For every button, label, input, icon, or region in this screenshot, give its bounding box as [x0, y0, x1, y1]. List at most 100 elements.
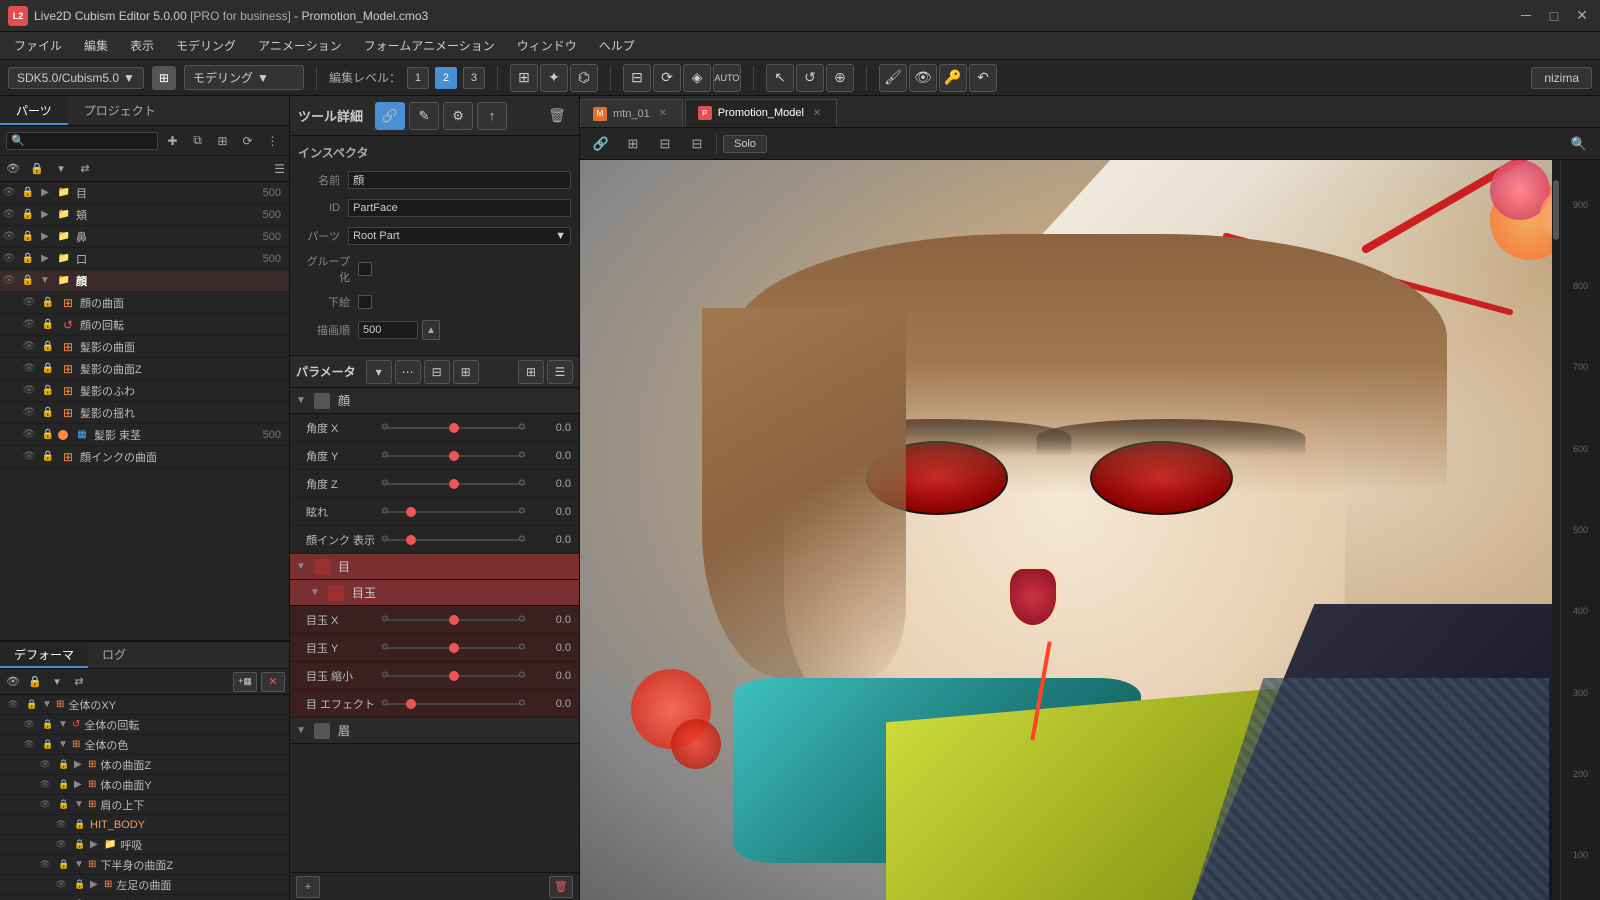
- select-button[interactable]: ↖: [766, 64, 794, 92]
- param-thumb[interactable]: [449, 479, 459, 489]
- param-group-expand-icon[interactable]: ▼: [296, 395, 310, 406]
- menu-window[interactable]: ウィンドウ: [507, 33, 587, 58]
- def-eye-icon[interactable]: 👁: [36, 794, 54, 816]
- deformer-item[interactable]: 👁 🔒 ▶ ⊞ 体の曲面Y: [0, 775, 289, 795]
- menu-form-animation[interactable]: フォームアニメーション: [354, 33, 505, 58]
- item-expand-icon[interactable]: ▶: [38, 253, 52, 264]
- def-expand-icon[interactable]: ▶: [74, 759, 86, 770]
- def-lock-icon[interactable]: 🔒: [72, 834, 88, 856]
- item-lock-icon[interactable]: 🔒: [40, 446, 56, 468]
- deformer-item-hit-body[interactable]: 👁 🔒 HIT_BODY: [0, 815, 289, 835]
- parts-copy-button[interactable]: ⧉: [187, 130, 208, 152]
- param-thumb[interactable]: [406, 507, 416, 517]
- def-eye-icon[interactable]: 👁: [36, 774, 54, 796]
- def-add-button[interactable]: +▦: [233, 672, 257, 692]
- deformer-add-child-button[interactable]: +: [296, 876, 320, 898]
- item-lock-icon[interactable]: 🔒: [40, 336, 56, 358]
- def-eye-icon[interactable]: 👁: [20, 714, 38, 736]
- def-lock-icon[interactable]: 🔒: [24, 695, 40, 716]
- deform-tool-button[interactable]: ⌬: [570, 64, 598, 92]
- def-eye-icon[interactable]: 👁: [20, 734, 38, 756]
- deformer-item[interactable]: 👁 🔒 ▼ ⊞ 全体の色: [0, 735, 289, 755]
- item-expand-icon[interactable]: ▶: [38, 209, 52, 220]
- param-slider-angle-y[interactable]: [382, 448, 525, 464]
- nizima-button[interactable]: nizima: [1531, 67, 1592, 89]
- def-eye-icon[interactable]: 👁: [52, 874, 70, 896]
- inspector-group-checkbox[interactable]: [358, 262, 372, 276]
- inspector-parts-dropdown[interactable]: Root Part ▼: [348, 227, 571, 245]
- def-lock-icon[interactable]: 🔒: [40, 734, 56, 756]
- deformer-delete-button[interactable]: 🗑: [549, 876, 573, 898]
- def-lock-icon[interactable]: 🔒: [72, 894, 88, 900]
- transform-button[interactable]: ⊕: [826, 64, 854, 92]
- def-lock-icon[interactable]: 🔒: [56, 754, 72, 776]
- tab-project[interactable]: プロジェクト: [68, 96, 172, 125]
- canvas-viewport[interactable]: 900 800 700 600 500 400 300 200 100: [580, 160, 1600, 900]
- inspector-id-input[interactable]: [348, 199, 571, 217]
- item-eye-icon[interactable]: 👁: [0, 204, 18, 226]
- param-group-expand-icon[interactable]: ▼: [296, 725, 310, 736]
- tab-mtn01[interactable]: M mtn_01 ✕: [580, 99, 683, 127]
- list-item[interactable]: 👁 🔒 ⊞ 顔インクの曲面: [0, 446, 289, 468]
- tool-arrow-button[interactable]: ↑: [477, 102, 507, 130]
- inspector-draft-checkbox[interactable]: [358, 295, 372, 309]
- inspector-name-input[interactable]: [348, 171, 571, 189]
- tool-settings-button[interactable]: ⚙: [443, 102, 473, 130]
- def-eye-icon[interactable]: 👁: [52, 834, 70, 856]
- params-expand-button[interactable]: ▾: [366, 360, 392, 384]
- param-row-eye-y[interactable]: 目玉 Y 0.0: [290, 634, 579, 662]
- item-lock-icon[interactable]: 🔒: [40, 292, 56, 314]
- tab-parts[interactable]: パーツ: [0, 96, 68, 125]
- eye-button[interactable]: 👁: [909, 64, 937, 92]
- params-table-button[interactable]: ⊟: [424, 360, 450, 384]
- param-row-angle-z[interactable]: 角度 Z 0.0: [290, 470, 579, 498]
- undo-button[interactable]: ↶: [969, 64, 997, 92]
- item-eye-icon[interactable]: 👁: [0, 182, 18, 204]
- menu-file[interactable]: ファイル: [4, 33, 72, 58]
- paint-button[interactable]: 🖌: [879, 64, 907, 92]
- def-eye-icon[interactable]: 👁: [36, 854, 54, 876]
- param-thumb[interactable]: [449, 643, 459, 653]
- list-item[interactable]: 👁 🔒 ⊞ 髪影の揺れ: [0, 402, 289, 424]
- item-lock-icon[interactable]: 🔒: [40, 424, 56, 446]
- list-item[interactable]: 👁 🔒 ⊞ 髪影の曲面: [0, 336, 289, 358]
- menu-modeling[interactable]: モデリング: [166, 33, 246, 58]
- parts-settings-button[interactable]: ☰: [274, 162, 285, 176]
- param-thumb[interactable]: [449, 451, 459, 461]
- item-eye-icon[interactable]: 👁: [20, 380, 38, 402]
- def-expand-icon[interactable]: ▼: [58, 719, 70, 730]
- rotate-button[interactable]: ↺: [796, 64, 824, 92]
- list-item[interactable]: 👁 🔒 ⊞ 顔の曲面: [0, 292, 289, 314]
- item-eye-icon[interactable]: 👁: [20, 336, 38, 358]
- def-eye-icon[interactable]: 👁: [52, 814, 70, 836]
- item-lock-icon[interactable]: 🔒: [20, 182, 36, 204]
- tool-link-button[interactable]: 🔗: [375, 102, 405, 130]
- params-menu-button[interactable]: ☰: [547, 360, 573, 384]
- deformer-item[interactable]: 👁 🔒 ▼ ↺ 全体の回転: [0, 715, 289, 735]
- canvas-grid-button[interactable]: ⊟: [684, 131, 710, 157]
- param-group-eye-main[interactable]: ▼ 目玉: [290, 580, 579, 606]
- mode-dropdown[interactable]: モデリング ▼: [184, 65, 304, 90]
- param-thumb[interactable]: [449, 615, 459, 625]
- tab-promotion-model[interactable]: P Promotion_Model ✕: [685, 99, 837, 127]
- def-eye-icon[interactable]: 👁: [36, 754, 54, 776]
- item-eye-icon[interactable]: 👁: [20, 424, 38, 446]
- param-slider-angle-x[interactable]: [382, 420, 525, 436]
- tool-edit-button[interactable]: ✎: [409, 102, 439, 130]
- params-grid-button[interactable]: ⊞: [453, 360, 479, 384]
- menu-animation[interactable]: アニメーション: [248, 33, 352, 58]
- def-expand-icon[interactable]: ▼: [74, 859, 86, 870]
- param-group-eye[interactable]: ▼ 目: [290, 554, 579, 580]
- item-eye-icon[interactable]: 👁: [20, 314, 38, 336]
- item-lock-icon[interactable]: 🔒: [20, 226, 36, 248]
- param-thumb[interactable]: [449, 671, 459, 681]
- item-expand-icon[interactable]: ▼: [38, 275, 52, 286]
- param-slider-eye-y[interactable]: [382, 640, 525, 656]
- param-slider-eye-effect[interactable]: [382, 696, 525, 712]
- close-button[interactable]: ✕: [1572, 6, 1592, 26]
- vis-collapse-button[interactable]: ⇄: [76, 160, 94, 178]
- item-eye-icon[interactable]: 👁: [0, 226, 18, 248]
- param-thumb[interactable]: [406, 699, 416, 709]
- def-lock-icon[interactable]: 🔒: [72, 874, 88, 896]
- list-item[interactable]: 👁 🔒 ⊞ 髪影の曲面Z: [0, 358, 289, 380]
